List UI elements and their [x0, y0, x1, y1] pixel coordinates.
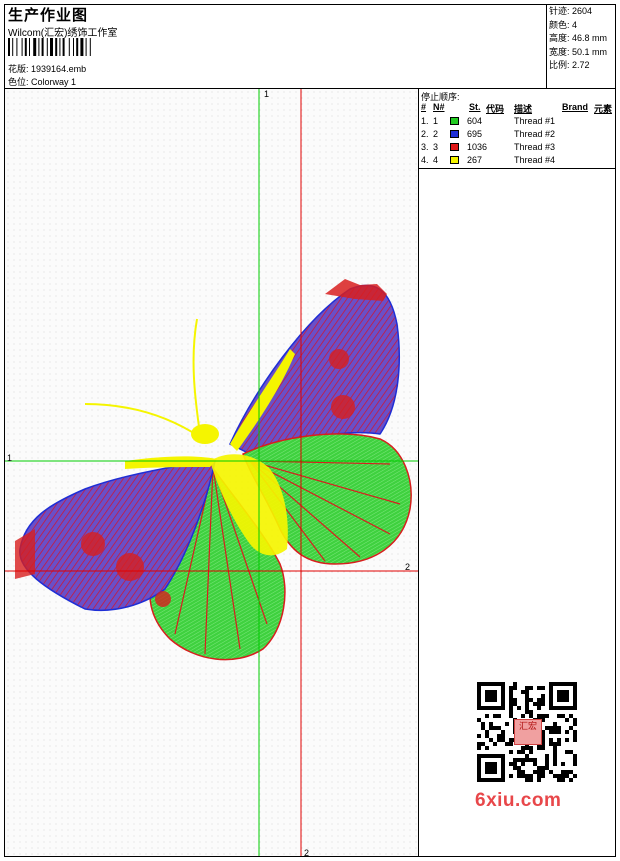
stat-colors: 颜色: 4: [549, 19, 578, 30]
green-axis-label-top: 1: [264, 89, 270, 99]
stat-stitches: 针迹: 2604: [549, 6, 593, 16]
col-stitches: St.: [469, 102, 481, 112]
green-axis-label-left: 1: [7, 453, 13, 463]
table-row: 3. 3 1036 Thread #3: [421, 142, 556, 152]
col-code: 代码: [486, 104, 505, 114]
design-file: 1939164.emb: [31, 64, 87, 74]
embroidery-preview: [5, 89, 418, 856]
upper-right-wing: [229, 279, 401, 455]
col-element: 元素: [594, 104, 613, 114]
table-row: 1. 1 604 Thread #1: [421, 116, 556, 126]
color-swatch: [450, 117, 459, 125]
stat-height: 高度: 46.8 mm: [549, 33, 608, 44]
table-bottom-line: [418, 168, 616, 169]
stat-scale: 比例: 2.72: [549, 60, 590, 71]
col-description: 描述: [514, 104, 533, 114]
stats-block: 针迹: 2604 颜色: 4 高度: 46.8 mm 宽度: 50.1 mm 比…: [549, 5, 607, 73]
table-row: 4. 4 267 Thread #4: [421, 155, 556, 165]
col-n: N#: [433, 102, 445, 112]
table-row: 2. 2 695 Thread #2: [421, 129, 556, 139]
colorway-label: 色位:: [8, 77, 29, 87]
color-swatch: [450, 156, 459, 164]
color-swatch: [450, 130, 459, 138]
col-brand: Brand: [562, 102, 589, 112]
col-hash: #: [421, 102, 427, 112]
stat-width: 宽度: 50.1 mm: [549, 46, 608, 57]
colorway-line: 色位: Colorway 1: [8, 75, 76, 88]
page-title: 生产作业图: [8, 7, 89, 24]
panel-divider: [418, 88, 419, 857]
red-axis-label-right: 2: [405, 562, 411, 572]
studio-name: Wilcom(汇宏)绣饰工作室: [8, 28, 118, 39]
red-axis-label-bottom: 2: [304, 848, 310, 858]
stats-divider: [546, 4, 547, 89]
seal-stamp: 汇宏: [514, 719, 542, 745]
barcode: [8, 38, 91, 56]
design-label: 花版:: [8, 64, 29, 74]
color-swatch: [450, 143, 459, 151]
design-line: 花版: 1939164.emb: [8, 62, 86, 75]
colorway-value: Colorway 1: [31, 77, 77, 87]
watermark-site: 6xiu.com: [475, 790, 562, 811]
